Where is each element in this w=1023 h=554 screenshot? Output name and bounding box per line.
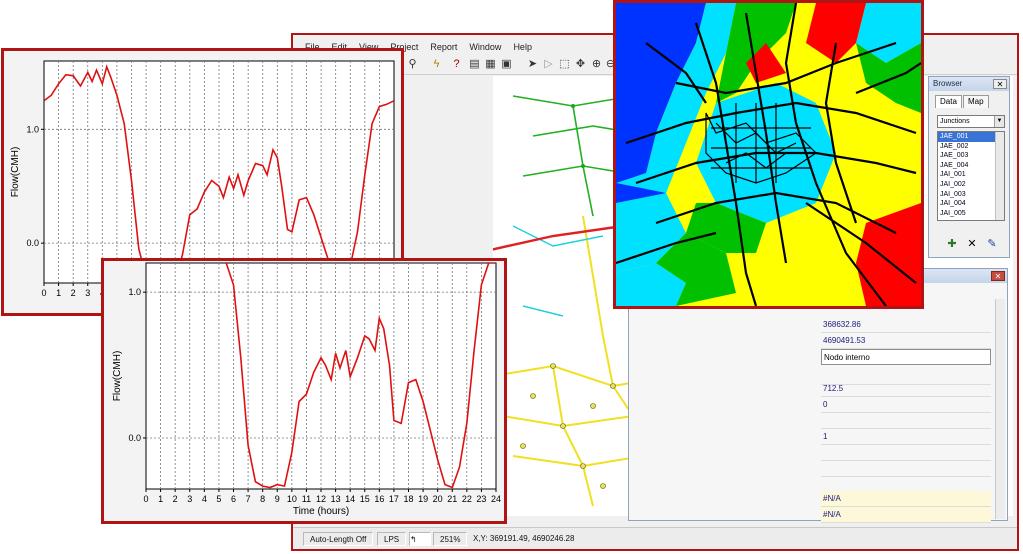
x-tick-label: 5 [216,494,221,504]
delete-icon[interactable]: ✕ [965,237,979,251]
x-tick-label: 11 [302,494,311,504]
x-tick-label: 2 [173,494,178,504]
x-tick-label: 23 [476,494,486,504]
browser-panel: Browser ✕ Data Map Junctions ▼ JAE_001 JA… [928,76,1010,258]
x-tick-label: 6 [231,494,236,504]
coordinates-readout: X,Y: 369191.49, 4690246.28 [473,534,575,543]
y-tick-label: 1.0 [128,287,141,297]
status-bar: Auto-Length Off LPS ↰ 251% X,Y: 369191.4… [293,527,1017,549]
object-list-scrollbar[interactable] [995,132,1004,220]
x-tick-label: 15 [360,494,370,504]
object-list[interactable]: JAE_001 JAE_002 JAE_003 JAE_004 JAI_001 JAI_0… [937,131,1005,221]
property-value-row[interactable] [821,413,991,429]
x-tick-label: 20 [433,494,443,504]
property-value-row[interactable] [821,461,991,477]
chevron-down-icon[interactable]: ▼ [994,116,1004,127]
select-region-icon[interactable]: ⬚ [557,57,572,72]
property-value-row[interactable]: 712.5 [821,381,991,397]
graph-icon[interactable]: ▤ [467,57,482,72]
pan-icon[interactable]: ✥ [573,57,588,72]
property-scrollbar[interactable] [995,299,1005,519]
x-tick-label: 1 [56,288,61,298]
property-value-row[interactable]: 368632.86 [821,317,991,333]
x-tick-label: 3 [85,288,90,298]
property-value-row[interactable]: 0 [821,397,991,413]
close-icon[interactable]: ✕ [991,271,1005,281]
options-icon[interactable]: ▣ [499,57,514,72]
property-value-row[interactable]: 4690491.53 [821,333,991,349]
tab-map[interactable]: Map [963,95,989,108]
x-tick-label: 4 [202,494,207,504]
x-tick-label: 8 [260,494,265,504]
zoom-level-status: 251% [433,532,468,546]
y-axis-label: Flow(CMH) [10,147,21,198]
flow-chart-2: 0 1 2 3 4 5 6 7 8 9 10 11 12 13 14 15 16 17 18 19 20 21 22 23 24… [101,258,507,524]
x-tick-label: 21 [447,494,457,504]
object-category-select[interactable]: Junctions ▼ [937,115,1005,128]
x-tick-label: 1 [158,494,163,504]
close-icon[interactable]: ✕ [993,79,1007,89]
x-tick-label: 0 [143,494,148,504]
object-category-value: Junctions [940,118,970,125]
contour-plot [616,3,921,306]
query-icon[interactable]: ? [449,57,464,72]
select-vertex-icon[interactable]: ▷ [541,57,556,72]
binoculars-icon[interactable]: ⚲ [405,57,420,72]
table-icon[interactable]: ▦ [483,57,498,72]
run-status-icon: ↰ [409,532,431,546]
property-value-row[interactable]: Nodo interno [821,349,991,365]
property-value-row[interactable]: #N/A [821,491,991,507]
y-axis-label: Flow(CMH) [112,351,123,402]
x-tick-label: 14 [345,494,355,504]
tab-data[interactable]: Data [935,95,962,108]
edit-icon[interactable]: ✎ [985,237,999,251]
select-arrow-icon[interactable]: ➤ [525,57,540,72]
flow-units-status: LPS [377,532,407,546]
menu-help[interactable]: Help [507,40,538,56]
property-value-row[interactable]: #N/A [821,507,991,523]
x-tick-label: 9 [275,494,280,504]
x-tick-label: 12 [316,494,326,504]
x-tick-label: 3 [187,494,192,504]
menu-report[interactable]: Report [424,40,463,56]
zoom-in-icon[interactable]: ⊕ [589,57,604,72]
x-tick-label: 18 [403,494,413,504]
x-tick-label: 7 [246,494,251,504]
menu-window[interactable]: Window [463,40,507,56]
x-tick-label: 13 [331,494,341,504]
x-tick-label: 0 [41,288,46,298]
x-tick-label: 24 [491,494,501,504]
x-tick-label: 10 [287,494,297,504]
flow-chart-2-svg: 0 1 2 3 4 5 6 7 8 9 10 11 12 13 14 15 16 17 18 19 20 21 22 23 24… [112,262,501,517]
x-tick-label: 16 [374,494,384,504]
x-tick-label: 22 [462,494,472,504]
property-value-row[interactable]: 1 [821,429,991,445]
lightning-icon[interactable]: ϟ [429,57,444,72]
contour-map-inset [613,0,924,309]
x-tick-label: 19 [418,494,428,504]
auto-length-status[interactable]: Auto-Length Off [303,532,374,546]
y-tick-label: 1.0 [26,124,39,134]
y-tick-label: 0.0 [128,433,141,443]
y-tick-label: 0.0 [26,238,39,248]
x-tick-label: 17 [389,494,399,504]
add-object-icon[interactable]: ✚ [945,237,959,251]
x-tick-label: 2 [71,288,76,298]
property-value-row[interactable] [821,445,991,461]
x-axis-label: Time (hours) [293,506,349,517]
